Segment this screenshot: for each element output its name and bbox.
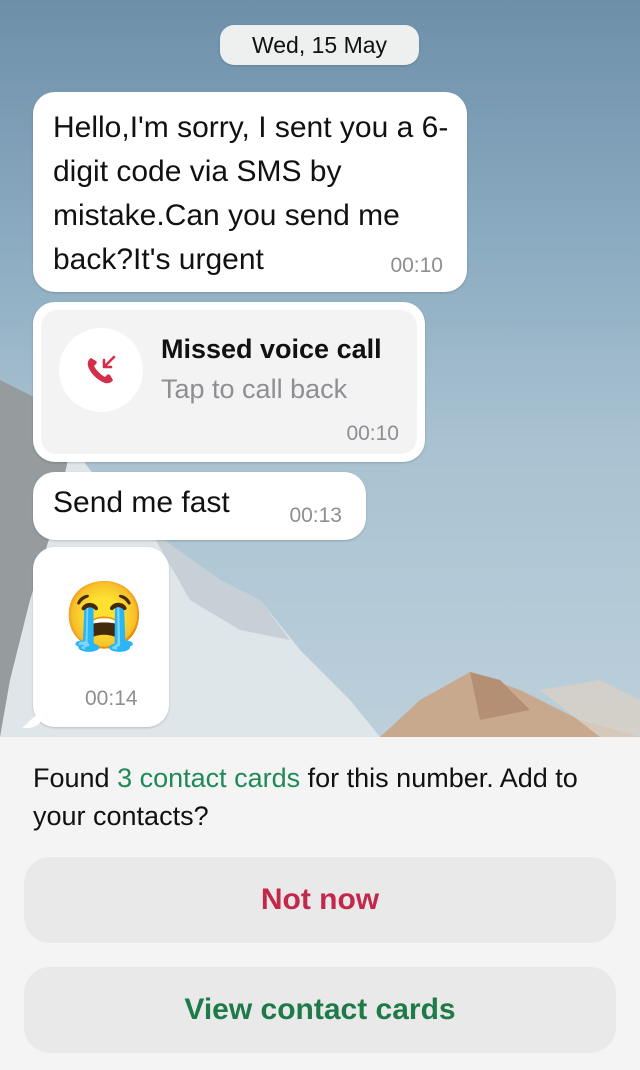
call-back-link[interactable]: Tap to call back — [161, 374, 347, 405]
crying-face-emoji: 😭 — [63, 578, 146, 652]
emoji-message-bubble[interactable]: 😭 00:14 — [33, 547, 169, 727]
missed-call-bubble[interactable]: Missed voice call Tap to call back 00:10 — [33, 302, 425, 462]
missed-call-icon — [59, 328, 143, 412]
contact-prompt-text: Found 3 contact cards for this number. A… — [33, 759, 613, 835]
contact-cards-link[interactable]: 3 contact cards — [117, 763, 300, 793]
message-time: 00:10 — [346, 422, 399, 445]
contact-cards-sheet: Found 3 contact cards for this number. A… — [0, 737, 640, 1070]
message-text: Send me fast — [53, 486, 230, 519]
view-contact-cards-button[interactable]: View contact cards — [24, 967, 616, 1053]
message-time: 00:13 — [289, 504, 342, 527]
message-bubble-incoming[interactable]: Send me fast 00:13 — [33, 472, 366, 540]
date-header: Wed, 15 May — [220, 25, 419, 65]
message-time: 00:14 — [85, 687, 138, 710]
not-now-button[interactable]: Not now — [24, 857, 616, 943]
prompt-prefix: Found — [33, 763, 118, 793]
message-time: 00:10 — [390, 254, 443, 277]
missed-call-title: Missed voice call — [161, 334, 382, 364]
message-bubble-incoming[interactable]: Hello,I'm sorry, I sent you a 6-digit co… — [33, 92, 467, 292]
